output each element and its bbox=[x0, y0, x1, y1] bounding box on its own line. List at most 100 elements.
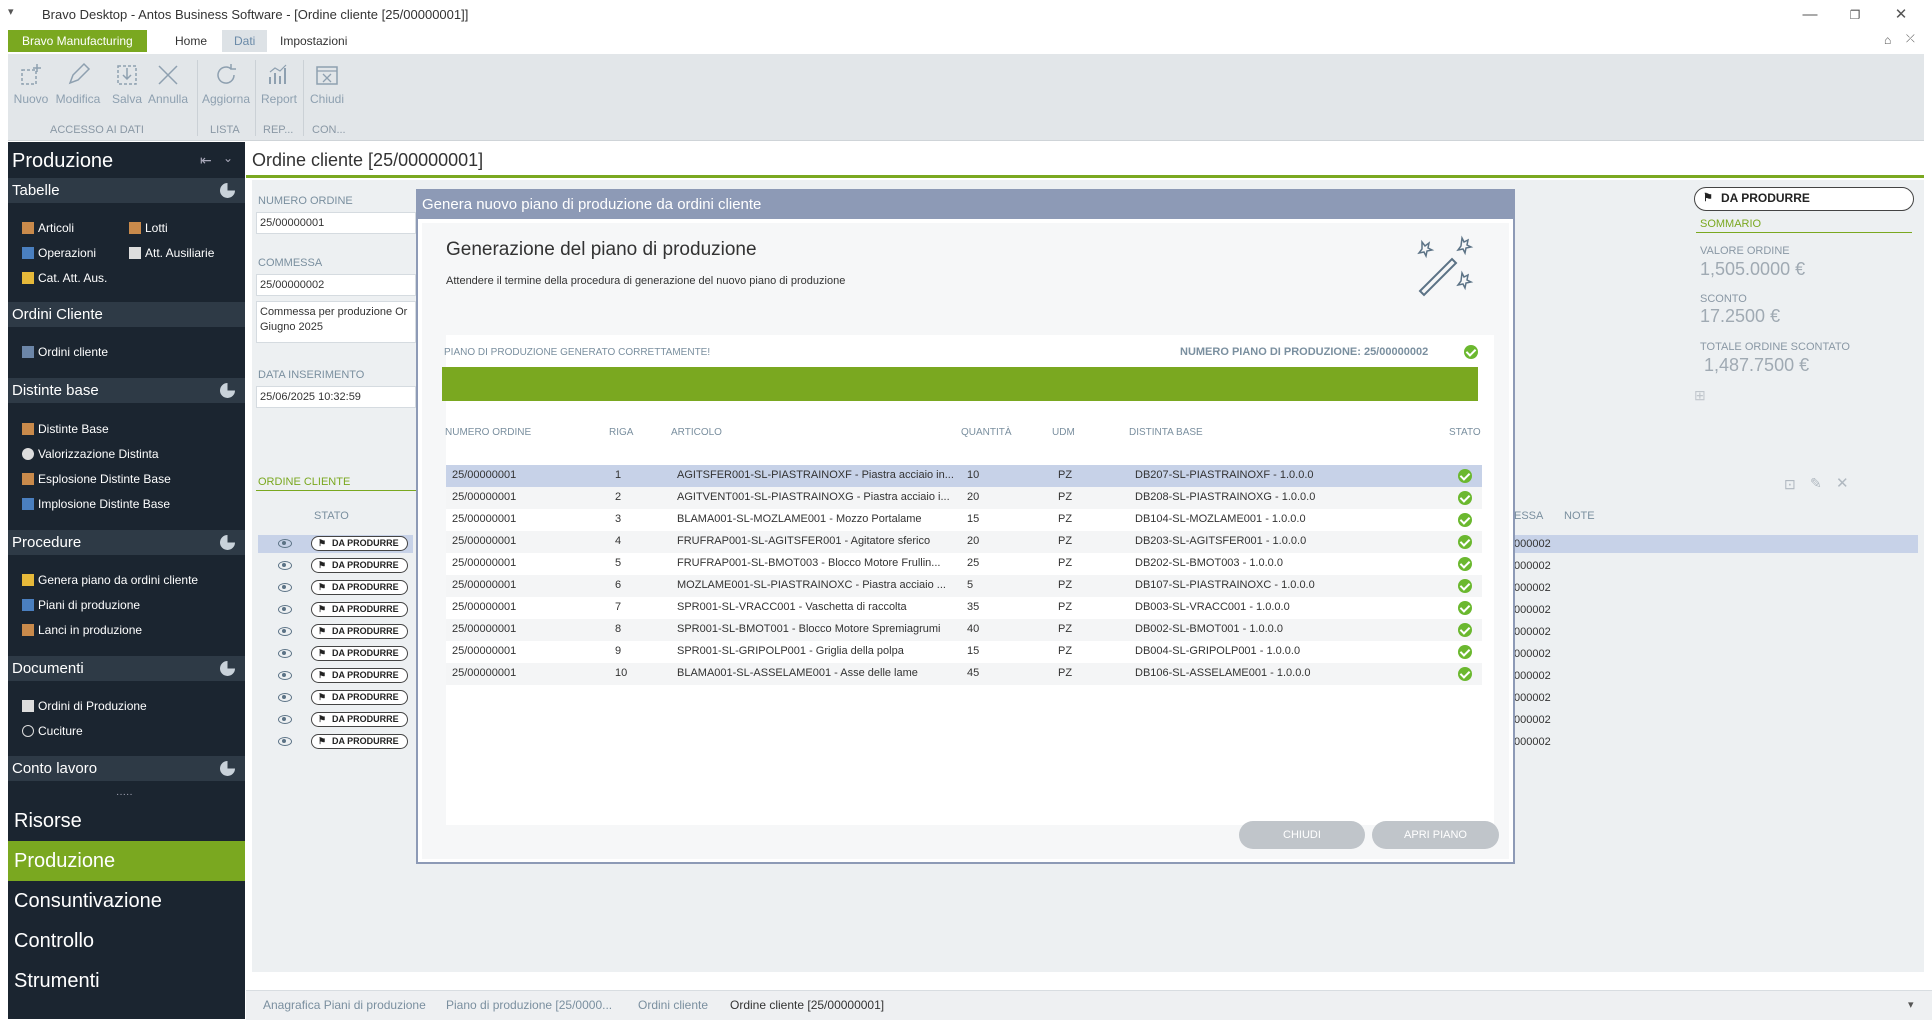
nav-produzione[interactable]: Produzione bbox=[8, 841, 245, 881]
nuovo-button[interactable]: Nuovo bbox=[10, 60, 52, 120]
view-eye-icon[interactable] bbox=[278, 649, 292, 658]
plan-table-row[interactable]: 25/00000001 7 SPR001-SL-VRACC001 - Vaschet… bbox=[446, 597, 1482, 619]
nav-item-label: Distinte Base bbox=[38, 422, 109, 436]
cell-distinta: DB208-SL-PIASTRAINOXG - 1.0.0.0 bbox=[1135, 491, 1316, 503]
commessa-cell: 000002 bbox=[1514, 692, 1551, 704]
tab-home[interactable]: Home bbox=[163, 30, 219, 52]
tab-list-icon[interactable]: ▾ bbox=[1908, 998, 1914, 1011]
close-button[interactable]: ✕ bbox=[1886, 6, 1916, 24]
tab-bravo-manufacturing[interactable]: Bravo Manufacturing bbox=[8, 30, 147, 52]
nav-item-genera-piano[interactable]: Genera piano da ordini cliente bbox=[22, 573, 198, 587]
nav-risorse[interactable]: Risorse bbox=[8, 801, 245, 841]
chiudi-dialog-button[interactable]: CHIUDI bbox=[1239, 821, 1365, 849]
report-button[interactable]: Report bbox=[258, 60, 300, 120]
system-menu-icon[interactable]: ▾ bbox=[8, 5, 14, 18]
status-ok-icon bbox=[1458, 535, 1472, 549]
plan-table-row[interactable]: 25/00000001 2 AGITVENT001-SL-PIASTRAINOXG … bbox=[446, 487, 1482, 509]
add-row-icon[interactable]: ⊞ bbox=[1694, 387, 1706, 404]
nav-item-cat-att-aus[interactable]: Cat. Att. Aus. bbox=[22, 271, 107, 285]
plan-table-row[interactable]: 25/00000001 6 MOZLAME001-SL-PIASTRAINOXC -… bbox=[446, 575, 1482, 597]
commessa-field[interactable]: 25/00000002 bbox=[256, 274, 416, 296]
doc-tab-ordine-cliente[interactable]: Ordine cliente [25/00000001] bbox=[730, 998, 884, 1012]
ordine-cliente-section-title: ORDINE CLIENTE bbox=[258, 476, 351, 488]
view-eye-icon[interactable] bbox=[278, 539, 292, 548]
view-eye-icon[interactable] bbox=[278, 693, 292, 702]
view-eye-icon[interactable] bbox=[278, 561, 292, 570]
data-inserimento-field[interactable]: 25/06/2025 10:32:59 bbox=[256, 386, 416, 408]
nav-consuntivazione[interactable]: Consuntivazione bbox=[8, 881, 245, 921]
nav-section-ordini-cliente[interactable]: Ordini Cliente bbox=[8, 302, 245, 327]
col-articolo: ARTICOLO bbox=[671, 427, 722, 438]
annulla-button[interactable]: Annulla bbox=[144, 60, 192, 120]
home-icon[interactable]: ⌂ bbox=[1884, 33, 1891, 47]
nav-item-ordini-cliente[interactable]: Ordini cliente bbox=[22, 345, 108, 359]
doc-tab-piano[interactable]: Piano di produzione [25/0000... bbox=[446, 998, 618, 1012]
cell-udm: PZ bbox=[1058, 667, 1073, 679]
delete-icon[interactable]: ✕ bbox=[1836, 474, 1849, 492]
nav-item-ordini-produzione[interactable]: Ordini di Produzione bbox=[22, 699, 147, 713]
cell-distinta: DB003-SL-VRACC001 - 1.0.0.0 bbox=[1135, 601, 1290, 613]
nav-item-articoli[interactable]: Articoli bbox=[22, 221, 74, 235]
view-eye-icon[interactable] bbox=[278, 583, 292, 592]
apri-piano-button[interactable]: APRI PIANO bbox=[1372, 821, 1499, 849]
chevron-down-icon[interactable]: ⌄ bbox=[223, 151, 233, 165]
view-eye-icon[interactable] bbox=[278, 737, 292, 746]
nav-item-esplosione[interactable]: Esplosione Distinte Base bbox=[22, 472, 171, 486]
numero-ordine-field[interactable]: 25/00000001 bbox=[256, 212, 416, 234]
unpin-icon[interactable]: ⤫ bbox=[1906, 33, 1915, 46]
status-da-produrre-button[interactable]: ⚑ DA PRODURRE bbox=[1694, 187, 1914, 211]
commessa-desc-line: Commessa per produzione Or bbox=[260, 306, 408, 318]
view-eye-icon[interactable] bbox=[278, 715, 292, 724]
plan-table-row[interactable]: 25/00000001 4 FRUFRAP001-SL-AGITSFER001 - … bbox=[446, 531, 1482, 553]
window-title: Bravo Desktop - Antos Business Software … bbox=[42, 7, 469, 22]
nav-item-att-ausiliarie[interactable]: Att. Ausiliarie bbox=[129, 246, 214, 260]
salva-button[interactable]: Salva bbox=[106, 60, 148, 120]
pencil-icon[interactable]: ✎ bbox=[1810, 475, 1822, 492]
add-icon[interactable]: ⊡ bbox=[1784, 476, 1796, 493]
plan-table-row[interactable]: 25/00000001 9 SPR001-SL-GRIPOLP001 - Grigl… bbox=[446, 641, 1482, 663]
nav-controllo[interactable]: Controllo bbox=[8, 921, 245, 961]
pin-icon[interactable]: ⇤ bbox=[200, 152, 212, 169]
nuovo-label: Nuovo bbox=[13, 92, 49, 106]
nav-item-lanci[interactable]: Lanci in produzione bbox=[22, 623, 142, 637]
nav-item-operazioni[interactable]: Operazioni bbox=[22, 246, 96, 260]
nav-strumenti[interactable]: Strumenti bbox=[8, 961, 245, 1001]
plan-table-row[interactable]: 25/00000001 1 AGITSFER001-SL-PIASTRAINOXF … bbox=[446, 465, 1482, 487]
cell-riga: 5 bbox=[615, 557, 622, 569]
plan-table-row[interactable]: 25/00000001 10 BLAMA001-SL-ASSELAME001 - A… bbox=[446, 663, 1482, 685]
view-eye-icon[interactable] bbox=[278, 627, 292, 636]
tab-impostazioni[interactable]: Impostazioni bbox=[268, 30, 359, 52]
nav-section-tabelle[interactable]: Tabelle bbox=[8, 178, 245, 203]
minimize-button[interactable]: — bbox=[1795, 6, 1825, 24]
nav-item-valorizzazione[interactable]: Valorizzazione Distinta bbox=[22, 447, 159, 461]
view-eye-icon[interactable] bbox=[278, 605, 292, 614]
plan-table-row[interactable]: 25/00000001 8 SPR001-SL-BMOT001 - Blocco M… bbox=[446, 619, 1482, 641]
nav-section-procedure[interactable]: Procedure bbox=[8, 530, 245, 555]
doc-tab-anagrafica[interactable]: Anagrafica Piani di produzione bbox=[263, 998, 426, 1012]
restore-button[interactable]: ❐ bbox=[1840, 6, 1870, 24]
nav-section-conto-lavoro[interactable]: Conto lavoro bbox=[8, 756, 245, 781]
chiudi-ribbon-button[interactable]: Chiudi bbox=[306, 60, 348, 120]
dialog-subtitle: Attendere il termine della procedura di … bbox=[446, 275, 846, 287]
chiudi-label: Chiudi bbox=[309, 92, 345, 106]
cell-distinta: DB203-SL-AGITSFER001 - 1.0.0.0 bbox=[1135, 535, 1307, 547]
nav-section-documenti[interactable]: Documenti bbox=[8, 656, 245, 681]
nav-item-lotti[interactable]: Lotti bbox=[129, 221, 168, 235]
commessa-cell: 000002 bbox=[1514, 582, 1551, 594]
nav-section-distinte-base[interactable]: Distinte base bbox=[8, 378, 245, 403]
tab-dati[interactable]: Dati bbox=[222, 30, 268, 52]
status-ok-icon bbox=[1458, 667, 1472, 681]
plan-table-row[interactable]: 25/00000001 3 BLAMA001-SL-MOZLAME001 - Moz… bbox=[446, 509, 1482, 531]
modifica-button[interactable]: Modifica bbox=[54, 60, 102, 120]
doc-tab-ordini-cliente[interactable]: Ordini cliente bbox=[638, 998, 708, 1012]
close-window-icon bbox=[316, 66, 338, 85]
plan-table-row[interactable]: 25/00000001 5 FRUFRAP001-SL-BMOT003 - Bloc… bbox=[446, 553, 1482, 575]
view-eye-icon[interactable] bbox=[278, 671, 292, 680]
nav-item-piani[interactable]: Piani di produzione bbox=[22, 598, 140, 612]
nav-item-implosione[interactable]: Implosione Distinte Base bbox=[22, 497, 170, 511]
nav-item-distinte-base[interactable]: Distinte Base bbox=[22, 422, 109, 436]
nav-item-cuciture[interactable]: Cuciture bbox=[22, 724, 83, 738]
aggiorna-button[interactable]: Aggiorna bbox=[200, 60, 252, 120]
splitter-handle[interactable]: ····· bbox=[116, 789, 133, 800]
valuation-icon bbox=[22, 448, 34, 460]
